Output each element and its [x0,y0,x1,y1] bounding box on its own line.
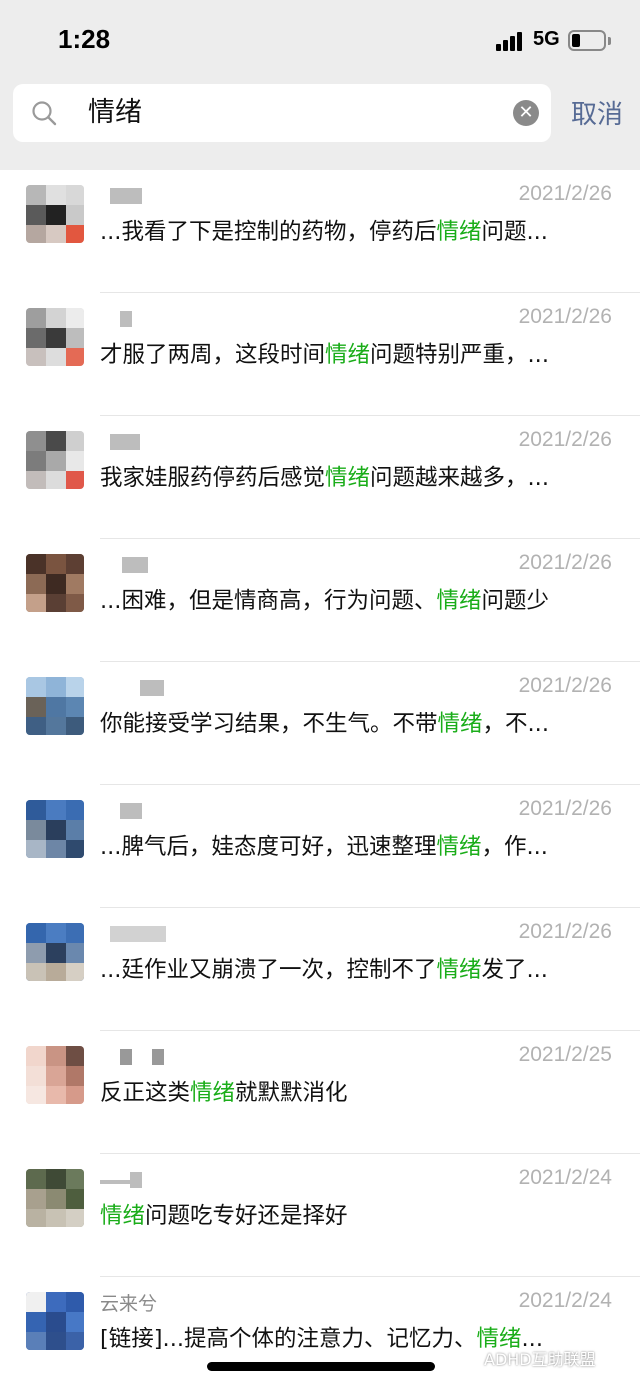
result-row[interactable]: 2021/2/26 ...廷作业又崩溃了一次，控制不了情绪发了... [0,908,640,1031]
result-snippet: 情绪问题吃专好还是择好 [100,1198,610,1230]
result-date: 2021/2/26 [518,182,612,205]
snippet-text: 问题越来越多，... [370,465,549,491]
watermark: ADHD互助联盟 [484,1350,596,1369]
result-snippet: ...我看了下是控制的药物，停药后情绪问题... [100,214,610,246]
search-input[interactable] [88,84,508,142]
search-icon [32,101,57,126]
avatar [26,185,84,243]
snippet-text: ...廷作业又崩溃了一次，控制不了 [100,957,437,983]
keyword-highlight: 情绪 [190,1080,236,1106]
contact-name: 云来兮 [100,1293,158,1315]
avatar [26,923,84,981]
snippet-text: 问题少 [481,588,549,614]
result-snippet: ...脾气后，娃态度可好，迅速整理情绪，作... [100,829,610,861]
network-label: 5G [533,28,560,50]
avatar [26,1169,84,1227]
snippet-text: ...我看了下是控制的药物，停药后 [100,219,437,245]
signal-icon [496,31,526,51]
result-date: 2021/2/26 [518,674,612,697]
result-snippet: 你能接受学习结果，不生气。不带情绪，不... [100,706,610,738]
snippet-text: 就默默消化 [235,1080,348,1106]
keyword-highlight: 情绪 [436,588,482,614]
result-row[interactable]: 2021/2/26 才服了两周，这段时间情绪问题特别严重，... [0,293,640,416]
result-row[interactable]: 2021/2/25 反正这类情绪就默默消化 [0,1031,640,1154]
result-snippet: 我家娃服药停药后感觉情绪问题越来越多，... [100,460,610,492]
home-indicator[interactable] [207,1362,435,1371]
snippet-text: 你能接受学习结果，不生气。不带 [100,711,438,737]
search-bar[interactable]: ✕ [13,84,551,142]
snippet-text: ...困难，但是情商高，行为问题、 [100,588,437,614]
result-snippet: ...困难，但是情商高，行为问题、情绪问题少 [100,583,610,615]
snippet-text: 问题... [481,219,548,245]
keyword-highlight: 情绪 [100,1203,146,1229]
result-snippet: 反正这类情绪就默默消化 [100,1075,610,1107]
snippet-text: 问题特别严重，... [370,342,549,368]
result-date: 2021/2/26 [518,551,612,574]
top-bar: 1:28 5G ✕ 取消 [0,0,640,170]
cancel-button[interactable]: 取消 [571,94,623,131]
keyword-highlight: 情绪 [436,219,482,245]
avatar [26,431,84,489]
keyword-highlight: 情绪 [436,834,482,860]
avatar [26,554,84,612]
result-date: 2021/2/26 [518,305,612,328]
avatar [26,1046,84,1104]
battery-tip [608,37,611,45]
snippet-text: 问题吃专好还是择好 [145,1203,348,1229]
status-time: 1:28 [58,24,111,54]
result-date: 2021/2/26 [518,428,612,451]
snippet-text: 我家娃服药停药后感觉 [100,465,326,491]
result-row[interactable]: 2021/2/24 情绪问题吃专好还是择好 [0,1154,640,1277]
result-snippet: ...廷作业又崩溃了一次，控制不了情绪发了... [100,952,610,984]
result-row[interactable]: 2021/2/26 ...我看了下是控制的药物，停药后情绪问题... [0,170,640,293]
avatar [26,308,84,366]
result-row[interactable]: 2021/2/26 ...困难，但是情商高，行为问题、情绪问题少 [0,539,640,662]
keyword-highlight: 情绪 [437,711,483,737]
result-date: 2021/2/25 [518,1043,612,1066]
battery-icon [568,30,606,51]
snippet-text: ，不... [482,711,549,737]
result-date: 2021/2/24 [518,1166,612,1189]
avatar [26,800,84,858]
result-row[interactable]: 2021/2/26 我家娃服药停药后感觉情绪问题越来越多，... [0,416,640,539]
snippet-text: 才服了两周，这段时间 [100,342,326,368]
snippet-text: 反正这类 [100,1080,191,1106]
snippet-text: 发了... [481,957,548,983]
result-date: 2021/2/24 [518,1289,612,1312]
result-snippet: 才服了两周，这段时间情绪问题特别严重，... [100,337,610,369]
avatar [26,1292,84,1350]
clear-icon[interactable]: ✕ [513,100,539,126]
result-date: 2021/2/26 [518,920,612,943]
result-date: 2021/2/26 [518,797,612,820]
snippet-text: [链接]...提高个体的注意力、记忆力、 [100,1326,477,1352]
snippet-text: ，作... [481,834,548,860]
keyword-highlight: 情绪 [436,957,482,983]
avatar [26,677,84,735]
keyword-highlight: 情绪 [325,342,371,368]
snippet-text: ...脾气后，娃态度可好，迅速整理 [100,834,437,860]
result-row[interactable]: 2021/2/26 ...脾气后，娃态度可好，迅速整理情绪，作... [0,785,640,908]
result-row[interactable]: 2021/2/26 你能接受学习结果，不生气。不带情绪，不... [0,662,640,785]
keyword-highlight: 情绪 [325,465,371,491]
